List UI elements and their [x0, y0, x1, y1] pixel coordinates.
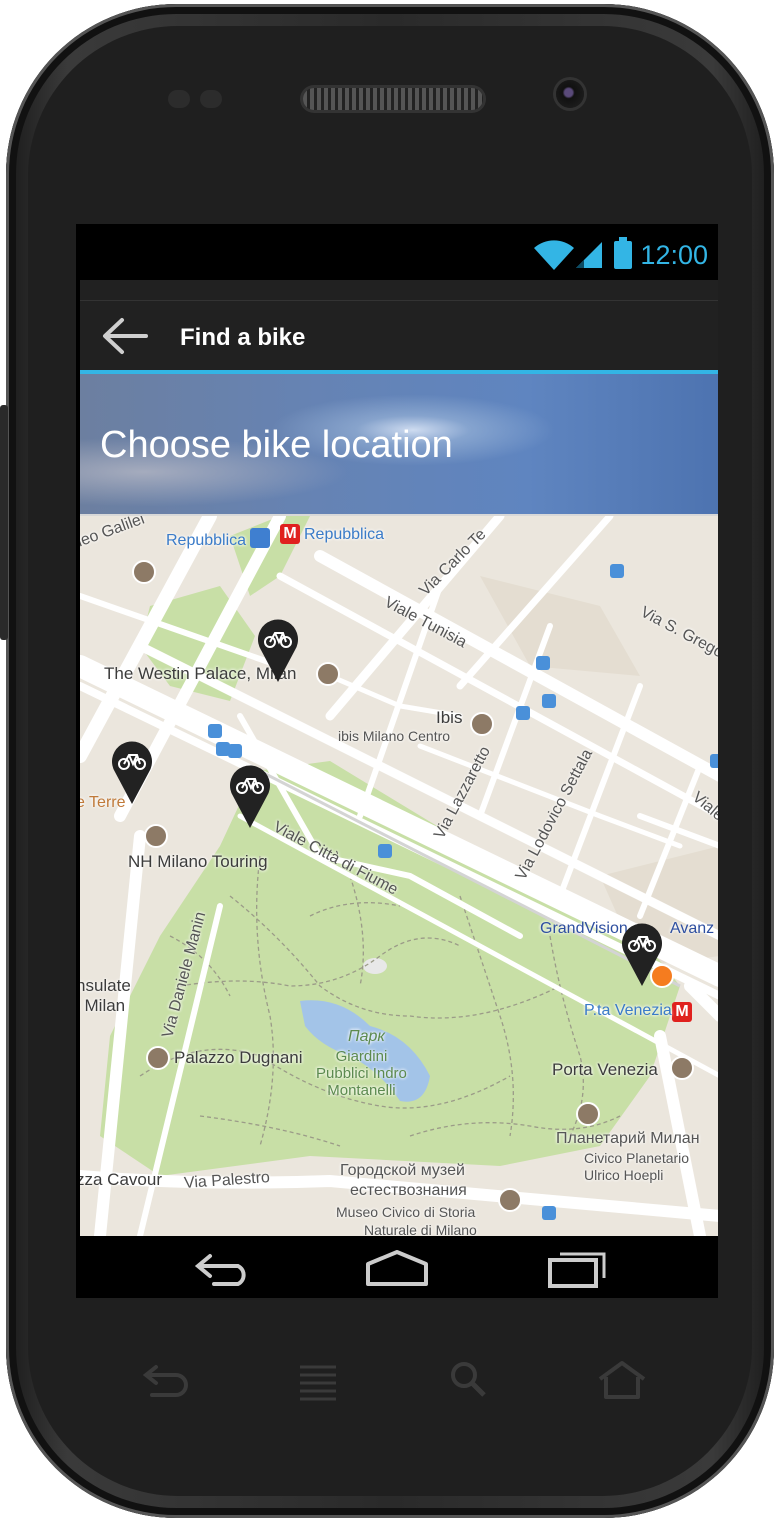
hotel-icon[interactable] [132, 560, 156, 584]
nav-recents-icon[interactable] [542, 1246, 612, 1290]
tram-stop-icon[interactable] [542, 1206, 556, 1220]
place-label: Планетарий Милан [556, 1130, 700, 1147]
clock: 12:00 [640, 240, 708, 270]
place-label: ibis Milano Centro [338, 728, 451, 744]
tram-stop-icon[interactable] [378, 844, 392, 858]
action-bar: Find a bike [80, 280, 718, 374]
light-sensor [200, 90, 222, 108]
bike-pin-touring[interactable] [228, 764, 272, 830]
arrow-back-icon[interactable] [100, 316, 148, 356]
transit-label: P.ta Venezia [584, 1002, 672, 1019]
volume-button[interactable] [0, 405, 8, 640]
proximity-sensor [168, 90, 190, 108]
hw-home-icon[interactable] [592, 1355, 652, 1405]
place-label: Museo Civico di Storia [336, 1204, 476, 1220]
status-bar: 12:00 [76, 224, 718, 280]
place-label: nsulate [80, 976, 131, 995]
bike-pin-terre[interactable] [110, 740, 154, 806]
bike-pin-westin[interactable] [256, 618, 300, 684]
park-label: Giardini Pubblici Indro Montanelli [316, 1048, 407, 1099]
museum-icon[interactable] [498, 1188, 522, 1212]
metro-icon[interactable]: M [672, 1002, 692, 1022]
place-label: GrandVision [540, 920, 628, 937]
place-label: Porta Venezia [552, 1060, 658, 1079]
battery-icon [614, 237, 632, 269]
place-label: Avanz [670, 920, 715, 937]
place-label: естествознания [350, 1182, 467, 1199]
street-label: zza Cavour [80, 1170, 162, 1189]
bus-stop-icon[interactable] [250, 528, 270, 548]
banner-heading: Choose bike location [100, 424, 453, 466]
hotel-icon[interactable] [316, 662, 340, 686]
page-title: Find a bike [180, 324, 306, 351]
divider [80, 300, 718, 301]
castle-icon[interactable] [146, 1046, 170, 1070]
place-label: NH Milano Touring [128, 852, 268, 871]
tram-stop-icon[interactable] [536, 656, 550, 670]
front-camera [556, 80, 584, 108]
transit-label: Repubblica [166, 532, 247, 549]
place-label: Civico Planetario Ulrico Hoepli [584, 1150, 690, 1183]
tram-stop-icon[interactable] [542, 694, 556, 708]
hw-menu-icon[interactable] [288, 1355, 348, 1405]
earpiece-speaker [303, 88, 483, 110]
hotel-icon[interactable] [144, 824, 168, 848]
metro-icon[interactable]: M [280, 524, 300, 544]
signal-icon [576, 242, 602, 268]
nav-back-icon[interactable] [186, 1246, 256, 1290]
transit-label: Repubblica [304, 526, 385, 543]
tram-stop-icon[interactable] [610, 564, 624, 578]
map-view[interactable]: M M leo Galilei Repubblica Repubblica Vi… [80, 516, 718, 1236]
wifi-icon [534, 240, 574, 270]
header-banner: Choose bike location [80, 374, 718, 516]
tram-stop-icon[interactable] [208, 724, 222, 738]
hw-search-icon[interactable] [438, 1355, 498, 1405]
nav-home-icon[interactable] [362, 1246, 432, 1290]
bike-pin-venezia[interactable] [620, 922, 664, 988]
place-label: Naturale di Milano [364, 1222, 477, 1236]
place-label: Городской музей [340, 1162, 465, 1179]
hotel-icon[interactable] [470, 712, 494, 736]
navigation-bar [76, 1236, 718, 1298]
tram-stop-icon[interactable] [710, 754, 718, 768]
place-label: l Milan [80, 996, 126, 1015]
park-label: Парк [348, 1028, 385, 1045]
device-screen: 12:00 Find a bike Choose bike location M… [76, 224, 718, 1298]
map-base [80, 516, 718, 1236]
hw-back-icon[interactable] [134, 1355, 194, 1405]
place-label: Ibis [436, 708, 463, 727]
tram-stop-icon[interactable] [516, 706, 530, 720]
planetarium-icon[interactable] [576, 1102, 600, 1126]
tram-stop-icon[interactable] [228, 744, 242, 758]
castle-icon[interactable] [670, 1056, 694, 1080]
place-label: Palazzo Dugnani [174, 1048, 303, 1067]
